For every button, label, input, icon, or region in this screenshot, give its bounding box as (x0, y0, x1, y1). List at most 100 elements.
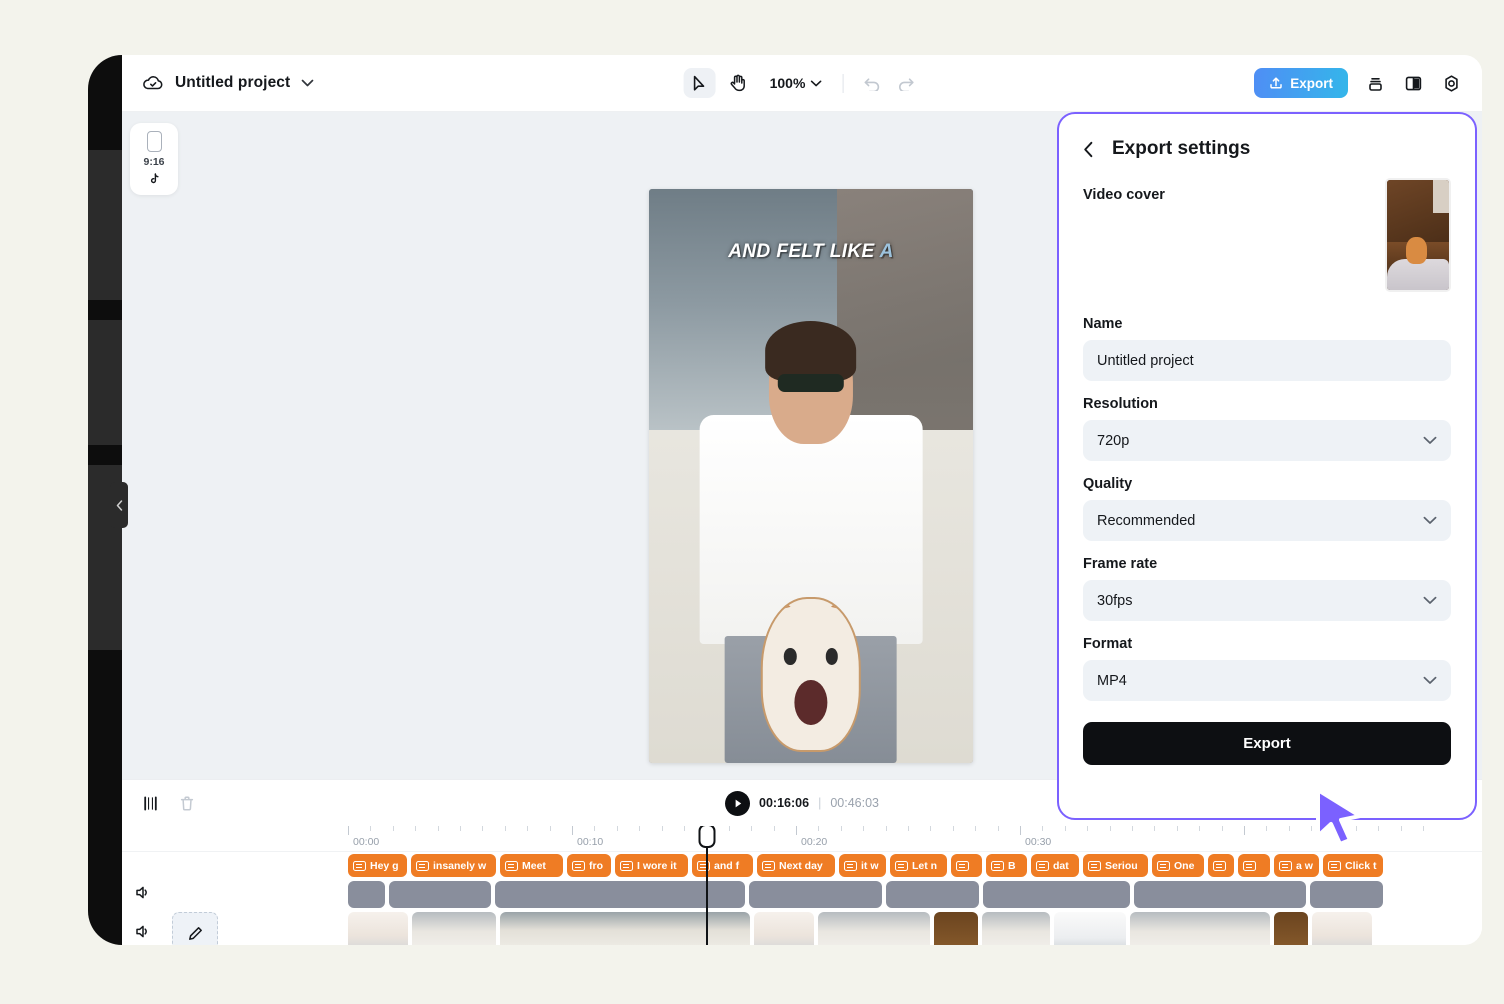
export-button[interactable]: Export (1254, 68, 1348, 98)
field-select[interactable]: 720p (1083, 420, 1451, 461)
video-clip[interactable] (1274, 912, 1308, 945)
ruler-tick (639, 826, 640, 831)
project-info: Untitled project (122, 72, 314, 94)
filmstrip-thumbnail (1054, 912, 1090, 945)
ruler-tick (1199, 826, 1200, 831)
ruler-tick (1177, 826, 1178, 831)
caption-clip[interactable]: I wore it (615, 854, 688, 877)
subtitle-icon (1279, 861, 1292, 871)
video-clip[interactable] (1130, 912, 1270, 945)
audio-clip[interactable] (348, 881, 385, 908)
caption-clip[interactable]: a w (1274, 854, 1319, 877)
preview-cat-overlay (761, 597, 861, 752)
video-clip[interactable] (412, 912, 496, 945)
caption-clip-label: I wore it (637, 860, 677, 872)
caption-clip[interactable]: Click t (1323, 854, 1383, 877)
video-track[interactable] (122, 912, 1482, 945)
audio-clip[interactable] (1134, 881, 1306, 908)
zoom-level-control[interactable]: 100% (764, 75, 828, 91)
layers-icon[interactable] (1364, 72, 1386, 94)
video-clip[interactable] (982, 912, 1050, 945)
ruler-tick (527, 826, 528, 831)
filmstrip-thumbnail (855, 912, 892, 945)
timeline-ruler[interactable]: 00:0000:1000:2000:30 (122, 826, 1482, 852)
field-select[interactable]: 30fps (1083, 580, 1451, 621)
split-clip-icon[interactable] (142, 795, 159, 812)
field-input[interactable]: Untitled project (1083, 340, 1451, 381)
caption-track[interactable]: Hey ginsanely wMeet fro I wore it and fNex… (122, 854, 1482, 877)
caption-clip-label: B (1008, 860, 1016, 872)
ruler-tick (774, 826, 775, 831)
split-view-icon[interactable] (1402, 72, 1424, 94)
audio-track[interactable] (122, 881, 1482, 908)
field-value: 30fps (1097, 593, 1423, 609)
timeline[interactable]: 00:0000:1000:2000:30 Hey ginsanely wMeet… (122, 826, 1482, 945)
video-clip[interactable] (754, 912, 814, 945)
field-select[interactable]: Recommended (1083, 500, 1451, 541)
audio-clip[interactable] (1310, 881, 1383, 908)
video-preview[interactable]: AND FELT LIKE A (649, 189, 973, 763)
audio-clip[interactable] (389, 881, 491, 908)
cursor-arrow-icon[interactable] (684, 68, 716, 98)
ruler-tick (975, 826, 976, 831)
ruler-tick (460, 826, 461, 831)
ruler-tick (841, 826, 842, 831)
chevron-left-icon[interactable] (1083, 141, 1094, 158)
aspect-ratio-card[interactable]: 9:16 (130, 123, 178, 195)
caption-clip[interactable]: Seriou (1083, 854, 1148, 877)
ruler-tick (1154, 826, 1155, 831)
cat-ear-right (831, 597, 859, 613)
pencil-icon[interactable] (172, 912, 218, 945)
caption-clip[interactable]: and f (692, 854, 753, 877)
caption-clip[interactable] (1208, 854, 1234, 877)
undo-icon[interactable] (858, 69, 886, 97)
video-clip[interactable] (1312, 912, 1372, 945)
aspect-ratio-label: 9:16 (143, 156, 164, 168)
play-icon[interactable] (725, 791, 750, 816)
caption-clip[interactable]: Meet (500, 854, 563, 877)
filmstrip-thumbnail (893, 912, 930, 945)
ruler-tick (393, 826, 394, 831)
caption-clip[interactable] (1238, 854, 1270, 877)
caption-clip[interactable]: One (1152, 854, 1204, 877)
export-confirm-button[interactable]: Export (1083, 722, 1451, 765)
audio-clip[interactable] (886, 881, 979, 908)
caption-clip[interactable]: fro (567, 854, 611, 877)
speaker-icon[interactable] (134, 884, 151, 906)
subtitle-icon (697, 861, 710, 871)
video-clip[interactable] (1054, 912, 1126, 945)
subtitle-icon (844, 861, 857, 871)
ruler-tick (1423, 826, 1424, 831)
ruler-label: 00:20 (801, 836, 827, 848)
caption-clip[interactable]: dat (1031, 854, 1079, 877)
video-clip[interactable] (818, 912, 930, 945)
audio-clip[interactable] (983, 881, 1130, 908)
chevron-down-icon (1423, 516, 1437, 525)
caption-clip[interactable]: Next day (757, 854, 835, 877)
gear-icon[interactable] (1440, 72, 1462, 94)
caption-clip[interactable]: Let n (890, 854, 947, 877)
caption-clip[interactable]: it w (839, 854, 886, 877)
video-cover-thumbnail[interactable] (1385, 178, 1451, 292)
video-clip[interactable] (934, 912, 978, 945)
caption-clip[interactable]: Hey g (348, 854, 407, 877)
caption-clip[interactable]: B (986, 854, 1027, 877)
video-clip[interactable] (500, 912, 750, 945)
export-fields: NameUntitled projectResolution720pQualit… (1083, 316, 1451, 701)
project-menu-chevron-down-icon[interactable] (301, 79, 314, 87)
cat-mouth (795, 680, 828, 725)
filmstrip-thumbnail (719, 912, 750, 945)
audio-clip[interactable] (749, 881, 882, 908)
speaker-icon[interactable] (134, 923, 151, 945)
redo-icon[interactable] (892, 69, 920, 97)
caption-clip[interactable] (951, 854, 982, 877)
video-clip[interactable] (348, 912, 408, 945)
trash-icon[interactable] (179, 795, 195, 812)
hand-icon[interactable] (722, 68, 754, 98)
caption-clip[interactable]: insanely w (411, 854, 496, 877)
caption-clip-label: Let n (912, 860, 937, 872)
subtitle-icon (1328, 861, 1341, 871)
field-select[interactable]: MP4 (1083, 660, 1451, 701)
playhead[interactable] (706, 826, 708, 945)
sidebar-collapse-button[interactable] (110, 482, 128, 528)
